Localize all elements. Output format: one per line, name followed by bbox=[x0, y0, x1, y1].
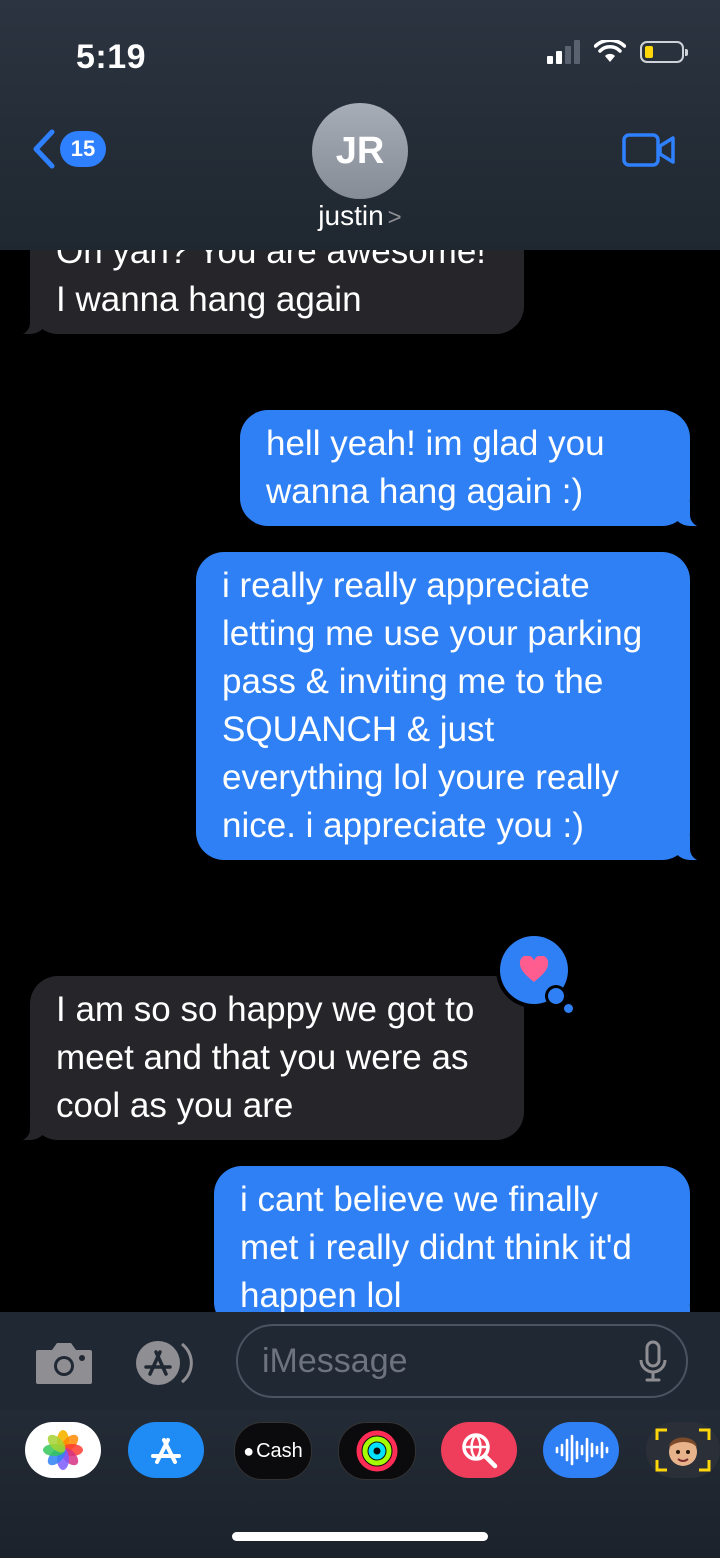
message-thread[interactable]: Oh yah? You are awesome! I wanna hang ag… bbox=[0, 250, 720, 1312]
photos-icon bbox=[43, 1430, 83, 1470]
status-icons bbox=[547, 40, 688, 64]
home-indicator[interactable] bbox=[232, 1532, 488, 1541]
message-bubble-incoming[interactable]: Oh yah? You are awesome! I wanna hang ag… bbox=[12, 250, 524, 335]
globe-search-icon bbox=[462, 1433, 498, 1469]
app-store-app-button[interactable] bbox=[128, 1422, 204, 1478]
contact-name: justin bbox=[318, 200, 384, 231]
camera-icon[interactable] bbox=[34, 1340, 94, 1386]
waveform-icon bbox=[555, 1434, 609, 1466]
apple-logo-icon: ● bbox=[243, 1440, 255, 1461]
wifi-icon bbox=[594, 40, 626, 62]
audio-message-app-button[interactable] bbox=[543, 1422, 619, 1478]
message-input-placeholder: iMessage bbox=[262, 1341, 408, 1380]
imessage-app-drawer: ● Cash bbox=[0, 1410, 720, 1558]
microphone-icon[interactable] bbox=[638, 1340, 668, 1384]
battery-icon bbox=[640, 41, 688, 63]
apple-cash-app-button[interactable]: ● Cash bbox=[234, 1422, 312, 1480]
back-button[interactable]: 15 bbox=[30, 128, 106, 170]
cellular-signal-icon bbox=[547, 40, 580, 64]
activity-rings-icon bbox=[356, 1430, 398, 1472]
contact-name-button[interactable]: justin > bbox=[0, 200, 720, 232]
message-bubble-outgoing[interactable]: hell yeah! im glad you wanna hang again … bbox=[240, 410, 708, 527]
app-store-icon[interactable] bbox=[132, 1338, 206, 1388]
apple-cash-label: Cash bbox=[256, 1439, 303, 1462]
image-search-app-button[interactable] bbox=[441, 1422, 517, 1478]
message-bubble-incoming[interactable]: I am so so happy we got to meet and that… bbox=[12, 976, 524, 1141]
memoji-icon bbox=[655, 1428, 711, 1472]
chevron-left-icon bbox=[33, 129, 55, 169]
compose-bar: iMessage bbox=[0, 1312, 720, 1410]
message-bubble-outgoing[interactable]: i cant believe we finally met i really d… bbox=[214, 1166, 708, 1312]
status-time: 5:19 bbox=[76, 38, 147, 76]
message-input[interactable]: iMessage bbox=[236, 1324, 688, 1398]
tapback-reaction[interactable] bbox=[500, 936, 573, 1013]
chevron-right-icon: > bbox=[387, 204, 402, 231]
photos-app-button[interactable] bbox=[25, 1422, 101, 1478]
message-bubble-outgoing[interactable]: i really really appreciate letting me us… bbox=[196, 552, 708, 861]
memoji-app-button[interactable] bbox=[646, 1422, 720, 1478]
facetime-video-icon[interactable] bbox=[622, 132, 676, 168]
heart-icon bbox=[519, 956, 549, 982]
app-store-icon bbox=[151, 1438, 181, 1464]
contact-avatar[interactable]: JR bbox=[312, 103, 408, 199]
conversation-header: 5:19 15 JR justin > bbox=[0, 0, 720, 250]
unread-count-badge: 15 bbox=[60, 131, 106, 167]
activity-app-button[interactable] bbox=[338, 1422, 416, 1480]
